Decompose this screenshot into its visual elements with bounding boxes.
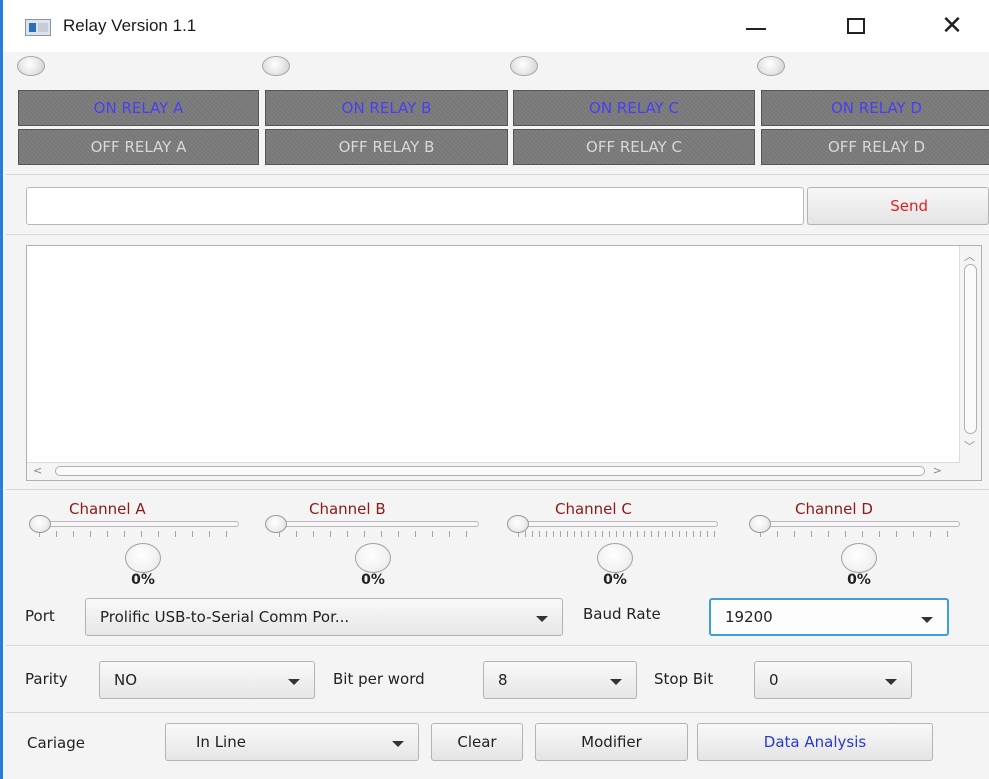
parity-select[interactable]: NO [99,661,315,699]
relay-b-indicator [262,56,290,76]
data-analysis-button[interactable]: Data Analysis [697,723,933,761]
cariage-select-value: In Line [196,733,246,751]
channel-d-knob[interactable] [841,543,877,573]
scroll-right-icon[interactable]: > [933,464,942,477]
send-button[interactable]: Send [807,187,989,225]
scroll-up-icon[interactable]: ︿ [964,248,975,264]
relay-app-window: Relay Version 1.1 ✕ ON RELAY A ON RELAY … [0,0,989,779]
relay-a-indicator [17,56,45,76]
on-relay-b-button[interactable]: ON RELAY B [265,90,508,126]
channel-a-knob[interactable] [125,543,161,573]
port-select[interactable]: Prolific USB-to-Serial Comm Por... [85,598,563,636]
close-button[interactable]: ✕ [927,8,977,44]
dropdown-arrow-icon [288,679,300,685]
on-relay-d-button[interactable]: ON RELAY D [761,90,989,126]
channel-c-ticks [518,531,718,537]
channel-b-label: Channel B [309,500,386,518]
off-relay-a-button[interactable]: OFF RELAY A [18,129,259,165]
baud-rate-select[interactable]: 19200 [709,598,949,636]
channel-c-label: Channel C [555,500,632,518]
divider [6,712,989,713]
stop-bit-label: Stop Bit [654,670,714,688]
dropdown-arrow-icon [610,679,622,685]
parity-select-value: NO [114,671,138,689]
maximize-button[interactable] [831,8,881,44]
channel-c-slider-thumb[interactable] [507,515,529,533]
cariage-label: Cariage [27,734,85,752]
off-relay-b-button[interactable]: OFF RELAY B [265,129,508,165]
off-relay-d-button[interactable]: OFF RELAY D [761,129,989,165]
channel-b-slider-thumb[interactable] [265,515,287,533]
horizontal-scroll-thumb[interactable] [55,466,925,476]
dropdown-arrow-icon [536,616,548,622]
divider [6,645,989,646]
bit-per-word-select[interactable]: 8 [483,661,637,699]
port-select-value: Prolific USB-to-Serial Comm Por... [100,608,350,626]
channel-c-slider-track[interactable] [518,521,718,527]
channel-c-percent: 0% [603,572,627,588]
minimize-button[interactable] [731,8,781,44]
dropdown-arrow-icon [885,679,897,685]
channel-c-knob[interactable] [597,543,633,573]
parity-label: Parity [25,670,68,688]
title-bar: Relay Version 1.1 ✕ [3,0,989,52]
bit-per-word-label: Bit per word [333,670,425,688]
divider [6,489,989,490]
baud-rate-label: Baud Rate [583,605,661,623]
maximize-icon [847,18,865,34]
command-input[interactable] [26,187,804,225]
channel-d-ticks [760,531,960,537]
port-label: Port [25,607,55,625]
channel-a-slider-thumb[interactable] [29,515,51,533]
relay-c-indicator [510,56,538,76]
baud-rate-select-value: 19200 [725,608,773,626]
bit-per-word-select-value: 8 [498,671,508,689]
clear-button[interactable]: Clear [431,723,523,761]
channel-d-slider-track[interactable] [760,521,960,527]
scroll-left-icon[interactable]: < [33,464,42,477]
vertical-scrollbar[interactable]: ︿ ﹀ [959,246,981,480]
channel-b-slider-track[interactable] [279,521,479,527]
minimize-icon [746,28,766,30]
stop-bit-select[interactable]: 0 [754,661,912,699]
window-title: Relay Version 1.1 [63,16,197,35]
channel-d-slider-thumb[interactable] [749,515,771,533]
on-relay-a-button[interactable]: ON RELAY A [18,90,259,126]
channel-a-label: Channel A [69,500,146,518]
divider [6,174,989,175]
off-relay-c-button[interactable]: OFF RELAY C [513,129,755,165]
app-icon [25,19,51,36]
channel-b-knob[interactable] [355,543,391,573]
channel-b-percent: 0% [361,572,385,588]
channel-a-ticks [39,531,239,537]
channel-d-label: Channel D [795,500,873,518]
cariage-select[interactable]: In Line [165,723,419,761]
channel-b-ticks [279,531,479,537]
channel-a-slider-track[interactable] [39,521,239,527]
close-icon: ✕ [941,11,963,41]
dropdown-arrow-icon [921,617,933,623]
stop-bit-select-value: 0 [769,671,779,689]
on-relay-c-button[interactable]: ON RELAY C [513,90,755,126]
channel-a-percent: 0% [131,572,155,588]
log-text-area[interactable]: ︿ ﹀ < > [26,245,982,481]
relay-d-indicator [757,56,785,76]
dropdown-arrow-icon [392,741,404,747]
divider [6,234,989,235]
vertical-scroll-thumb[interactable] [964,264,977,434]
channel-d-percent: 0% [847,572,871,588]
scroll-down-icon[interactable]: ﹀ [964,438,975,454]
modifier-button[interactable]: Modifier [535,723,688,761]
horizontal-scrollbar[interactable]: < > [27,462,960,480]
